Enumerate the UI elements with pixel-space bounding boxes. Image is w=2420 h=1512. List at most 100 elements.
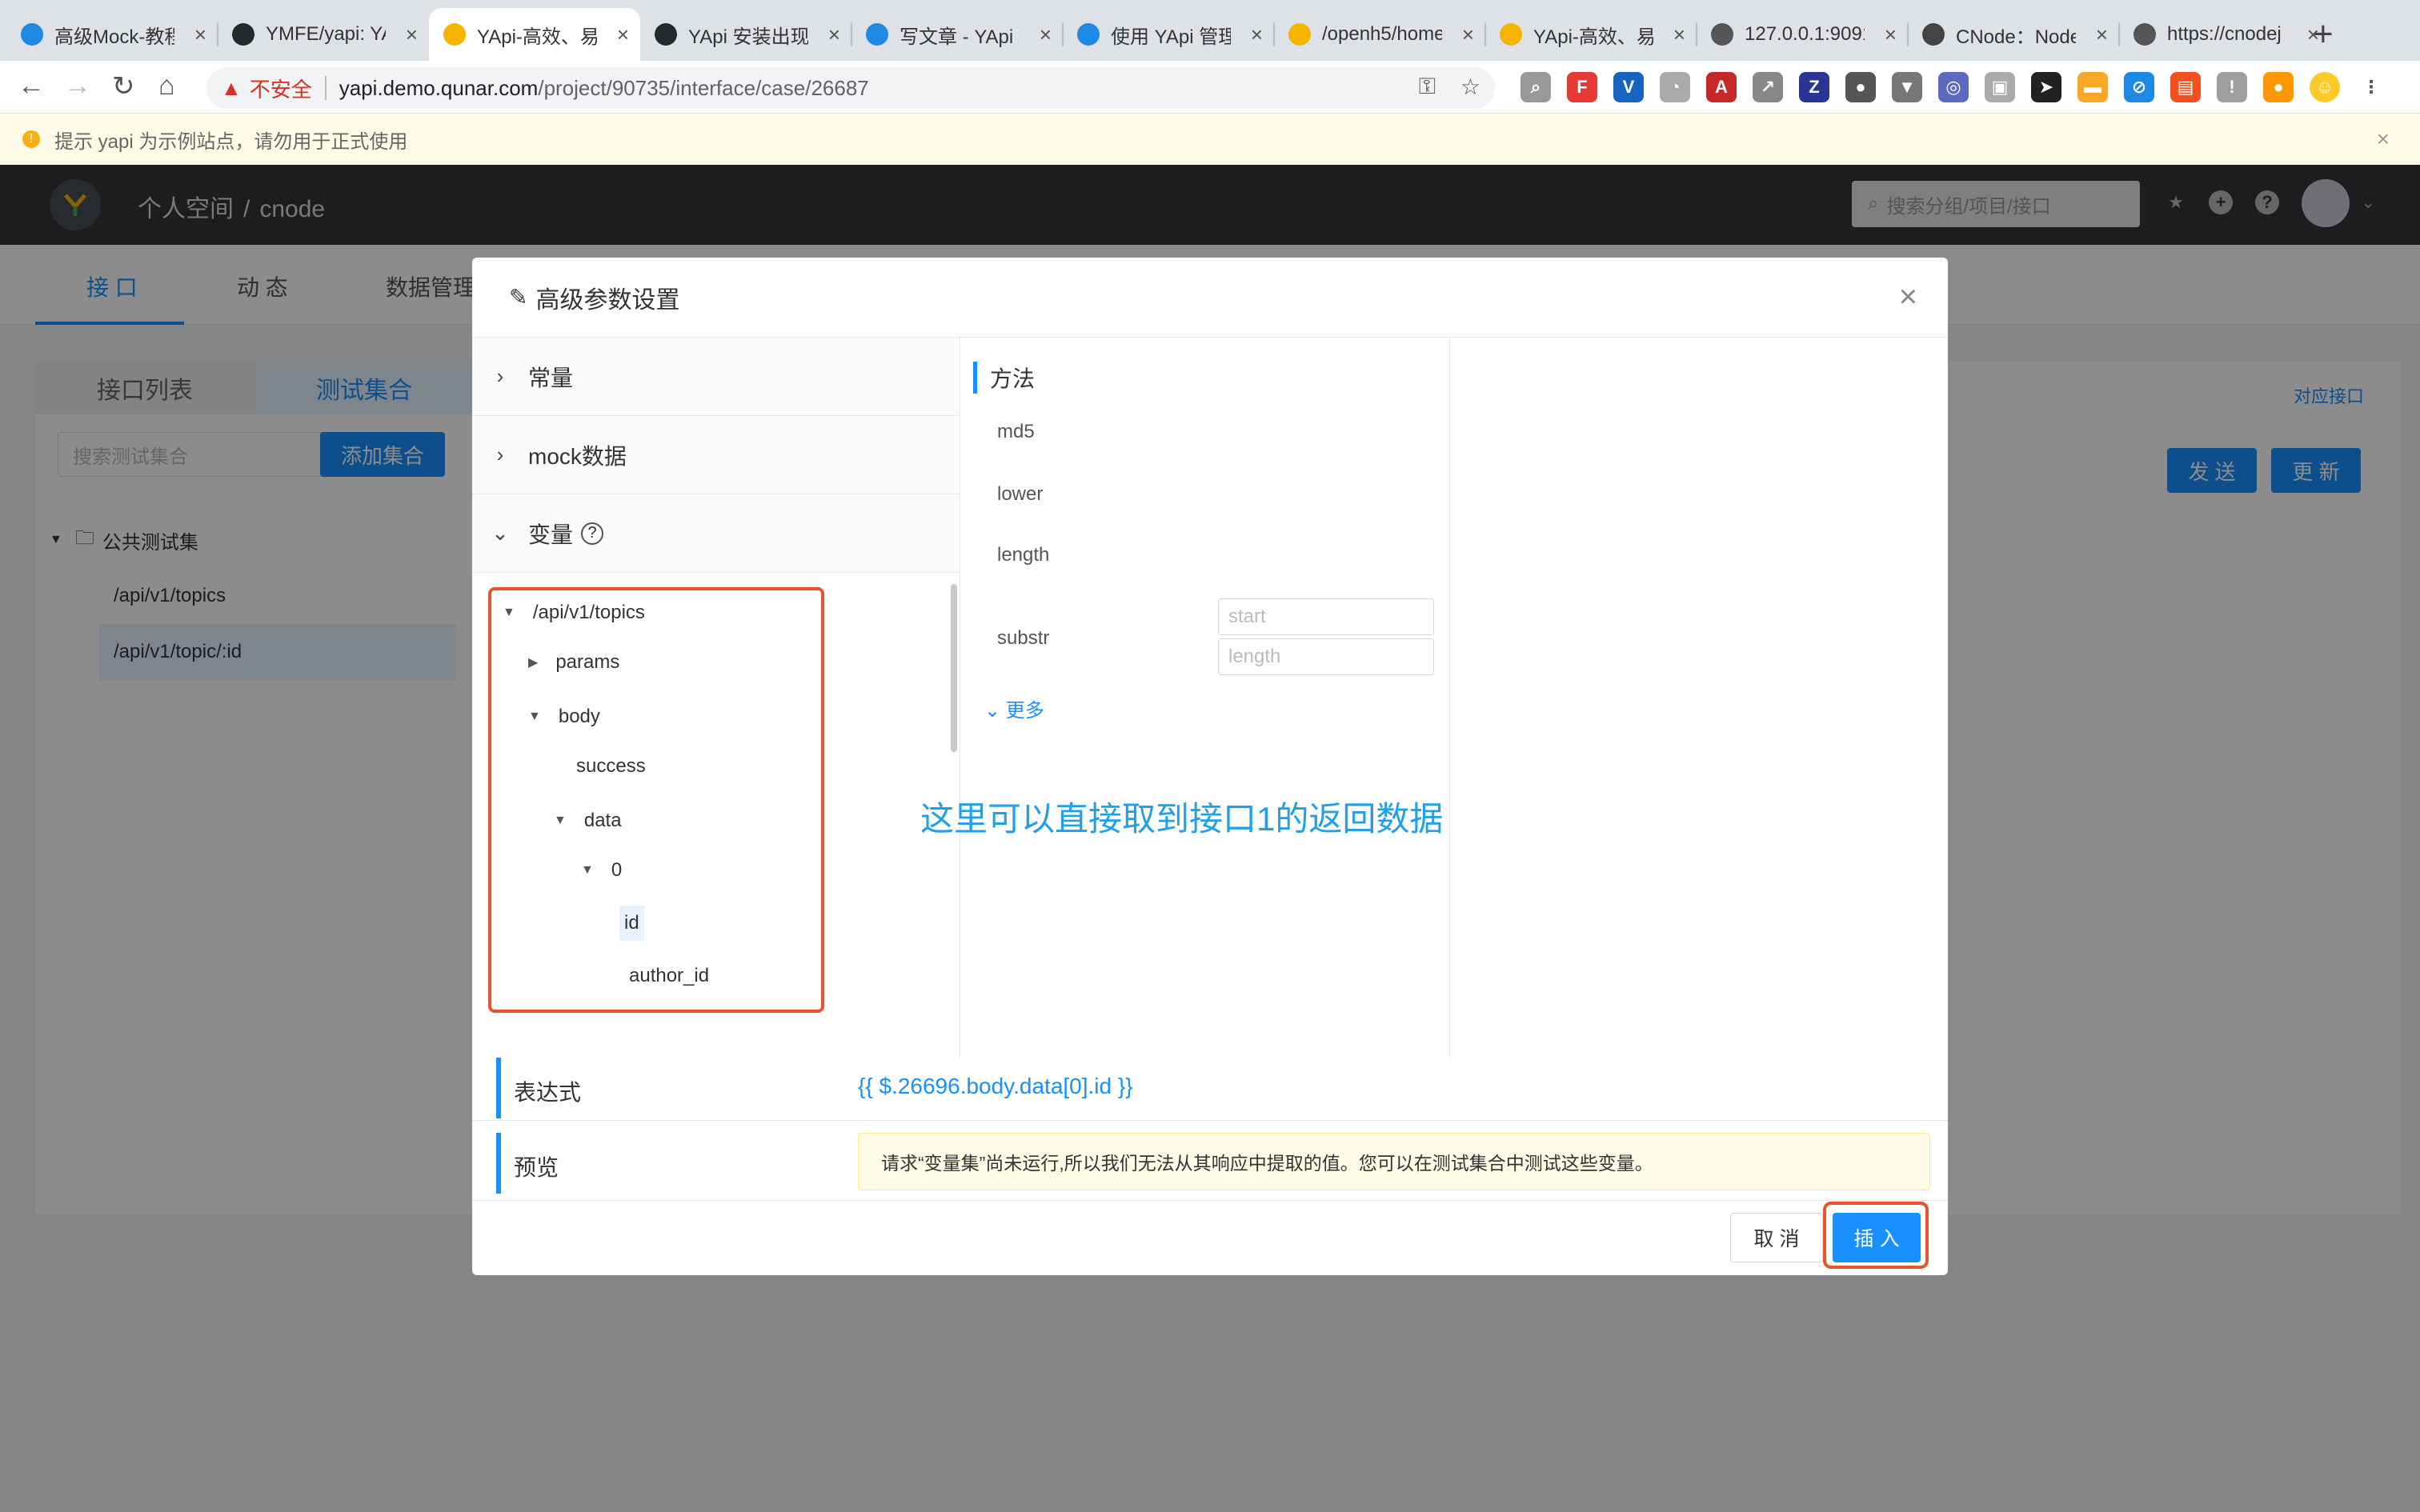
panel-constants[interactable]: › 常量 <box>472 338 960 416</box>
panel-mock-data[interactable]: › mock数据 <box>472 416 960 494</box>
reload-icon[interactable]: ↻ <box>112 70 135 102</box>
scrollbar[interactable] <box>951 584 957 752</box>
demo-site-notice: ! 提示 yapi 为示例站点，请勿用于正式使用 × <box>0 114 2420 165</box>
edit-icon: ✎ <box>509 285 528 310</box>
tab-close-icon[interactable]: × <box>1462 22 1474 47</box>
key-icon[interactable]: ⚿ <box>1419 74 1436 100</box>
extension-trend-icon[interactable]: ↗ <box>1753 72 1783 102</box>
browser-tab[interactable]: https://cnodej × <box>2119 8 2330 61</box>
extension-fe-icon[interactable]: F <box>1567 72 1597 102</box>
expression-label: 表达式 <box>514 1080 582 1105</box>
chevron-down-icon: ⌄ <box>491 521 509 545</box>
browser-tab[interactable]: YApi-高效、易 × <box>429 8 640 61</box>
extension-timer-icon[interactable]: ◔ <box>1660 72 1690 102</box>
favicon-icon <box>1500 23 1522 46</box>
home-icon[interactable]: ⌂ <box>158 70 175 102</box>
browser-tab[interactable]: CNode：Node × <box>1908 8 2119 61</box>
tab-close-icon[interactable]: × <box>1040 22 1052 47</box>
footer-divider <box>472 1200 1948 1201</box>
cancel-button[interactable]: 取 消 <box>1730 1213 1823 1262</box>
close-icon[interactable]: × <box>1899 279 1917 315</box>
browser-tab[interactable]: /openh5/home × <box>1274 8 1485 61</box>
row-divider <box>472 1120 1948 1121</box>
chevron-right-icon: › <box>496 364 504 388</box>
substr-start-input[interactable]: start <box>1218 598 1434 635</box>
back-icon[interactable]: ← <box>18 70 45 102</box>
panel-mock-label: mock数据 <box>528 443 627 469</box>
extension-spy-icon[interactable]: ● <box>1845 72 1876 102</box>
tab-close-icon[interactable]: × <box>617 22 629 47</box>
extension-v-icon[interactable]: V <box>1613 72 1644 102</box>
tree-node-root[interactable]: ▼ /api/v1/topics <box>503 602 645 624</box>
notice-close-icon[interactable]: × <box>2377 126 2390 152</box>
tab-close-icon[interactable]: × <box>2096 22 2108 47</box>
extension-box-icon[interactable]: ▣ <box>1985 72 2015 102</box>
panel-constants-label: 常量 <box>528 365 574 390</box>
tree-node-params[interactable]: ▶ params <box>528 651 619 674</box>
profile-emoji-icon[interactable]: ☺ <box>2310 72 2340 102</box>
tree-node-body[interactable]: ▼ body <box>528 706 600 728</box>
extension-block-icon[interactable]: ⊘ <box>2124 72 2154 102</box>
modal-title: 高级参数设置 <box>535 286 680 314</box>
methods-column: 方法 md5 lower length substr start length … <box>960 338 1450 1058</box>
extension-folder-icon[interactable]: ▬ <box>2077 72 2108 102</box>
preview-row: 预览 请求“变量集”尚未运行,所以我们无法从其响应中提取的值。您可以在测试集合中… <box>496 1133 1930 1194</box>
address-bar: ← → ↻ ⌂ ▲ 不安全 yapi.demo.qunar.com /proje… <box>0 61 2420 114</box>
url-separator <box>324 76 327 100</box>
browser-tab-title: 写文章 - YApi <box>899 26 1014 48</box>
tab-close-icon[interactable]: × <box>1673 22 1685 47</box>
browser-tab-title: YApi-高效、易 <box>1533 26 1653 48</box>
more-methods-link[interactable]: ⌄ 更多 <box>984 694 1044 722</box>
tree-node-id[interactable]: id <box>619 906 644 941</box>
tab-close-icon[interactable]: × <box>828 22 840 47</box>
tab-close-icon[interactable]: × <box>1251 22 1263 47</box>
star-icon[interactable]: ☆ <box>1460 74 1480 100</box>
browser-tab[interactable]: 高级Mock-教程 × <box>6 8 218 61</box>
favicon-icon <box>1288 23 1311 46</box>
method-lower[interactable]: lower <box>997 483 1043 506</box>
url-host: yapi.demo.qunar.com <box>339 75 539 100</box>
browser-tab-title: YApi-高效、易 <box>477 26 597 48</box>
substr-length-input[interactable]: length <box>1218 638 1434 675</box>
method-substr[interactable]: substr <box>997 627 1049 650</box>
caret-down-icon: ▼ <box>554 814 567 827</box>
warning-icon: ▲ <box>221 75 242 100</box>
tree-node-author-id[interactable]: author_id <box>629 965 709 987</box>
extension-alert-icon[interactable]: ! <box>2217 72 2247 102</box>
tab-close-icon[interactable]: × <box>194 22 206 47</box>
insert-button[interactable]: 插 入 <box>1833 1213 1921 1262</box>
expression-row: 表达式 {{ $.26696.body.data[0].id }} <box>496 1058 1924 1118</box>
tree-node-success[interactable]: success <box>576 755 646 778</box>
browser-tab[interactable]: YApi 安装出现 × <box>640 8 851 61</box>
browser-tab[interactable]: YMFE/yapi: YA × <box>218 8 429 61</box>
method-length[interactable]: length <box>997 544 1049 566</box>
browser-tab[interactable]: YApi-高效、易 × <box>1485 8 1697 61</box>
forward-icon[interactable]: → <box>64 70 91 102</box>
browser-tab[interactable]: 使用 YApi 管理 × <box>1063 8 1274 61</box>
help-icon[interactable]: ? <box>581 522 604 545</box>
browser-tab-title: 127.0.0.1:9091 <box>1745 23 1865 45</box>
browser-tab[interactable]: 写文章 - YApi × <box>851 8 1063 61</box>
caret-down-icon: ▼ <box>503 606 515 619</box>
method-md5[interactable]: md5 <box>997 421 1035 443</box>
tab-close-icon[interactable]: × <box>1885 22 1897 47</box>
extension-off-icon[interactable]: ▤ <box>2170 72 2201 102</box>
tree-node-data[interactable]: ▼ data <box>546 810 622 832</box>
browser-menu-icon[interactable]: ⋮ <box>2356 72 2386 102</box>
expression-value[interactable]: {{ $.26696.body.data[0].id }} <box>858 1074 1133 1099</box>
url-field[interactable]: ▲ 不安全 yapi.demo.qunar.com /project/90735… <box>206 67 1495 109</box>
extension-orange-icon[interactable]: ● <box>2263 72 2294 102</box>
panel-variables[interactable]: ⌄ 变量 ? <box>472 494 960 573</box>
extension-cursor-icon[interactable]: ➤ <box>2031 72 2061 102</box>
new-tab-button[interactable]: + <box>2313 14 2334 54</box>
tree-node-zero[interactable]: ▼ 0 <box>573 859 622 882</box>
favicon-icon <box>2134 23 2156 46</box>
extension-angular-icon[interactable]: A <box>1706 72 1737 102</box>
extension-search-icon[interactable]: ⌕ <box>1521 72 1551 102</box>
tab-close-icon[interactable]: × <box>406 22 418 47</box>
extension-globe-icon[interactable]: ◎ <box>1938 72 1969 102</box>
preview-label: 预览 <box>514 1155 559 1180</box>
extension-vue-icon[interactable]: ▼ <box>1892 72 1922 102</box>
browser-tab[interactable]: 127.0.0.1:9091 × <box>1697 8 1908 61</box>
extension-z-icon[interactable]: Z <box>1799 72 1829 102</box>
